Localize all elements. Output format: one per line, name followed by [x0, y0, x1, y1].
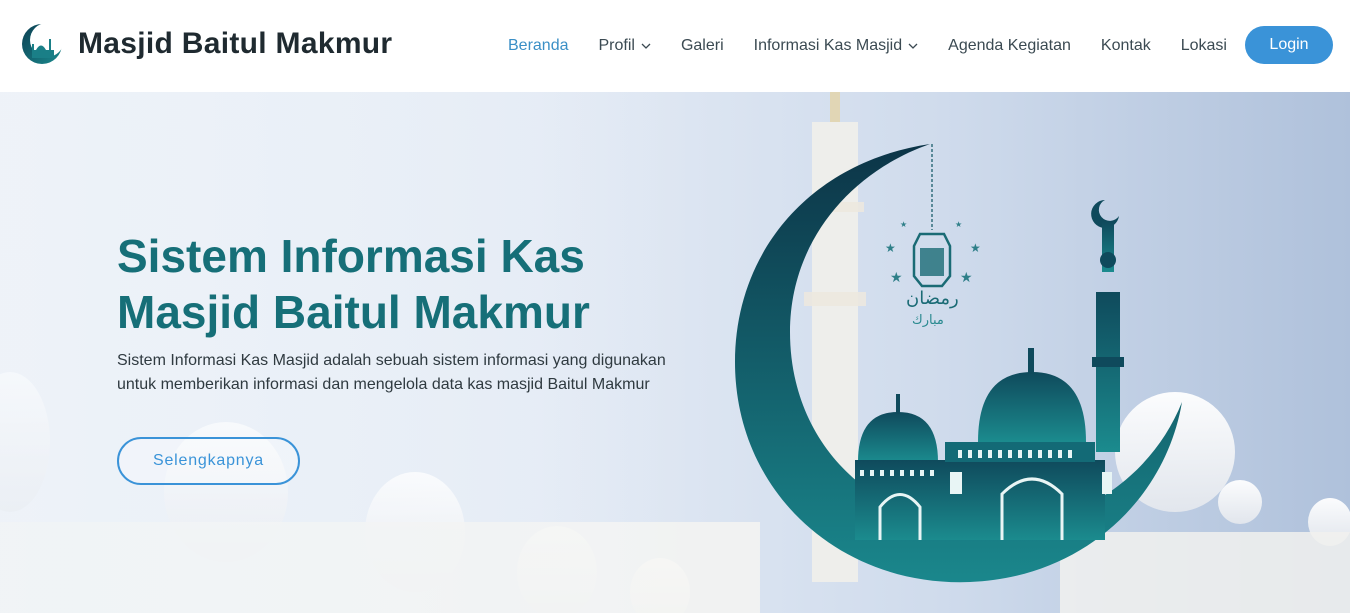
mosque-crescent-logo-icon	[22, 23, 64, 64]
nav-kontak[interactable]: Kontak	[1101, 37, 1151, 55]
nav-agenda-kegiatan[interactable]: Agenda Kegiatan	[948, 37, 1071, 55]
nav-lokasi[interactable]: Lokasi	[1181, 37, 1227, 55]
chevron-down-icon	[641, 43, 651, 49]
nav-label: Lokasi	[1180, 37, 1227, 54]
ramadan-crescent-mosque-illustration: ★ ★ ★ ★ ★ ★ رمضان مبارك	[735, 144, 1182, 583]
chevron-down-icon	[908, 43, 918, 49]
ramadan-calligraphy-line2: مبارك	[912, 313, 944, 328]
main-nav: Beranda Profil Galeri Informasi Kas Masj…	[508, 0, 1257, 92]
login-button[interactable]: Login	[1245, 26, 1333, 64]
svg-text:★: ★	[960, 270, 973, 286]
svg-text:★: ★	[900, 220, 907, 229]
nav-label: Kontak	[1100, 37, 1151, 54]
nav-label: Galeri	[680, 37, 724, 54]
site-header: Masjid Baitul Makmur Beranda Profil Gale…	[0, 0, 1350, 92]
nav-profil[interactable]: Profil	[599, 37, 651, 55]
brand[interactable]: Masjid Baitul Makmur	[20, 22, 392, 66]
svg-text:★: ★	[970, 241, 981, 255]
hero-title-line1: Sistem Informasi Kas	[117, 230, 585, 282]
nav-beranda[interactable]: Beranda	[508, 37, 569, 55]
nav-label: Beranda	[508, 37, 569, 54]
hero-description: Sistem Informasi Kas Masjid adalah sebua…	[117, 352, 666, 393]
hero-title: Sistem Informasi Kas Masjid Baitul Makmu…	[117, 228, 677, 340]
nav-label: Agenda Kegiatan	[948, 37, 1071, 54]
read-more-button[interactable]: Selengkapnya	[117, 437, 300, 485]
nav-galeri[interactable]: Galeri	[681, 37, 724, 55]
brand-name: Masjid Baitul Makmur	[78, 27, 393, 60]
nav-label: Profil	[598, 37, 635, 54]
svg-text:★: ★	[955, 220, 962, 229]
hero-title-line2: Masjid Baitul Makmur	[117, 286, 590, 338]
nav-label: Informasi Kas Masjid	[753, 37, 903, 54]
nav-informasi-kas-masjid[interactable]: Informasi Kas Masjid	[754, 37, 919, 55]
svg-text:★: ★	[885, 241, 896, 255]
ramadan-calligraphy-line1: رمضان	[906, 288, 959, 309]
svg-text:★: ★	[890, 270, 903, 286]
hero-section: Sistem Informasi Kas Masjid Baitul Makmu…	[0, 92, 1350, 613]
